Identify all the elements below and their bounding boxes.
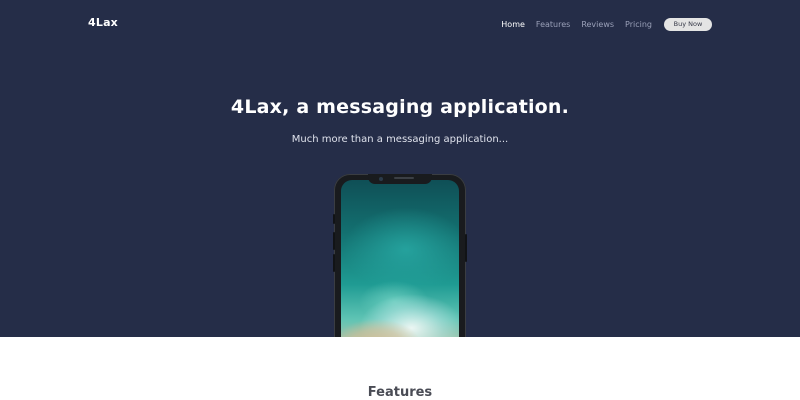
hero-title: 4Lax, a messaging application. bbox=[230, 96, 570, 118]
features-heading: Features bbox=[367, 385, 433, 400]
buy-now-button[interactable]: Buy Now bbox=[664, 17, 712, 31]
main-nav: Home Features Reviews Pricing Buy Now bbox=[490, 17, 712, 31]
hero-section: 4Lax Home Features Reviews Pricing Buy N… bbox=[0, 0, 800, 337]
phone-volume-down bbox=[333, 254, 335, 272]
nav-item-reviews[interactable]: Reviews bbox=[581, 20, 614, 29]
phone-notch bbox=[368, 174, 432, 184]
hero-subtitle: Much more than a messaging application..… bbox=[291, 134, 509, 145]
phone-mute-switch bbox=[333, 214, 335, 224]
camera-icon bbox=[379, 176, 383, 181]
nav-item-features[interactable]: Features bbox=[536, 20, 570, 29]
phone-mockup-image bbox=[333, 174, 467, 337]
phone-power-button bbox=[465, 234, 467, 262]
phone-volume-up bbox=[333, 232, 335, 250]
brand-logo[interactable]: 4Lax bbox=[88, 16, 118, 29]
phone-screen-wallpaper bbox=[341, 180, 459, 337]
speaker-grille bbox=[394, 177, 414, 179]
nav-item-home[interactable]: Home bbox=[501, 20, 525, 29]
nav-item-pricing[interactable]: Pricing bbox=[625, 20, 652, 29]
